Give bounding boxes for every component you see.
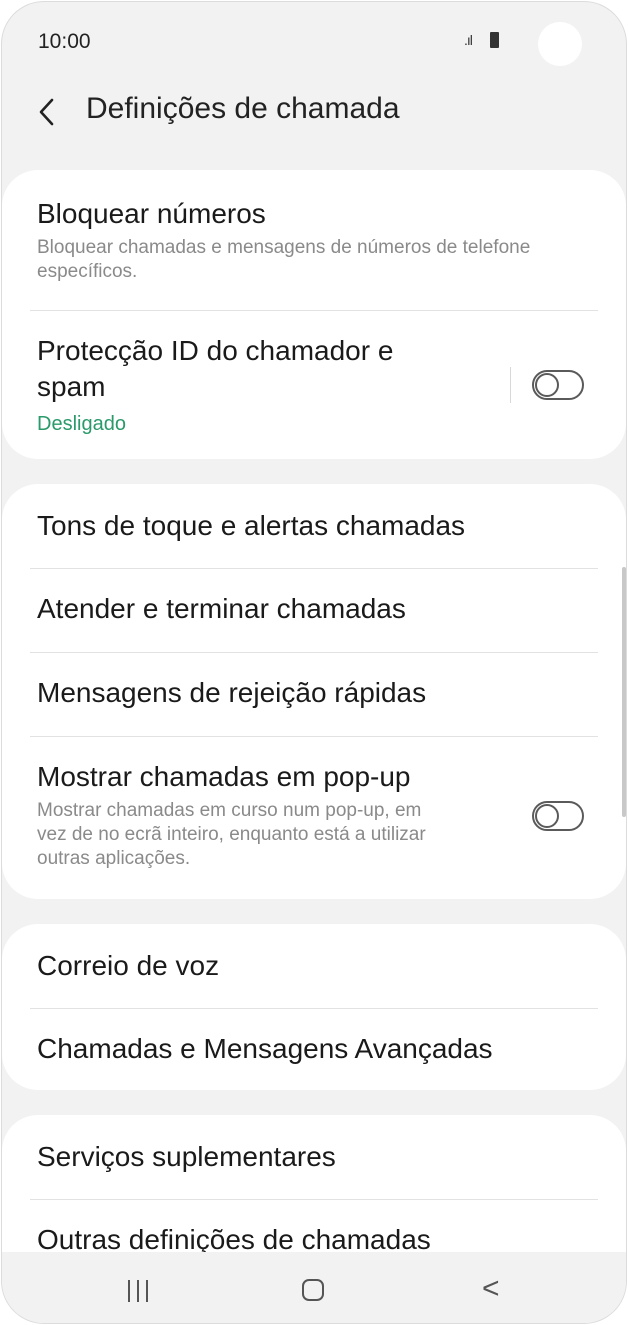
caller-id-spam-row[interactable]: Protecção ID do chamador e spam Desligad… [2, 311, 626, 459]
status-time: 10:00 [38, 30, 91, 53]
navigation-bar: < [2, 1252, 626, 1323]
list-item-label: Correio de voz [37, 950, 220, 981]
list-item-quick-decline[interactable]: Mensagens de rejeição rápidas [2, 653, 626, 736]
toggle-separator [510, 367, 511, 403]
chevron-left-icon[interactable] [36, 94, 66, 130]
block-numbers-row[interactable]: Bloquear números Bloquear chamadas e men… [2, 170, 626, 310]
toggle-knob [535, 804, 559, 828]
scrollbar[interactable] [622, 567, 626, 817]
caller-id-title-line1: Protecção ID do chamador e [37, 335, 394, 366]
back-icon[interactable]: < [482, 1272, 500, 1306]
card-voicemail: Correio de voz Chamadas e Mensagens Avan… [2, 924, 626, 1090]
caller-id-title-line2: spam [37, 371, 106, 402]
list-item-label: Tons de toque e alertas chamadas [37, 510, 466, 541]
battery-icon [490, 32, 499, 48]
status-bar: 10:00 .ıl [2, 2, 626, 82]
back-arrow-glyph [39, 98, 54, 126]
popup-calls-title: Mostrar chamadas em pop-up [37, 761, 411, 792]
popup-calls-toggle[interactable] [532, 801, 584, 831]
list-item-supplementary-services[interactable]: Serviços suplementares [2, 1115, 626, 1199]
card-call-options: Tons de toque e alertas chamadas Atender… [2, 484, 626, 899]
popup-calls-row[interactable]: Mostrar chamadas em pop-up Mostrar chama… [2, 737, 626, 899]
card-blocking: Bloquear números Bloquear chamadas e men… [2, 170, 626, 459]
list-item-ringtones[interactable]: Tons de toque e alertas chamadas [2, 484, 626, 568]
list-item-label: Atender e terminar chamadas [37, 593, 406, 624]
phone-screen: 10:00 .ıl Definições de chamada Bloquear… [2, 2, 626, 1323]
front-camera-cutout [538, 22, 582, 66]
recent-apps-icon[interactable] [128, 1280, 155, 1307]
home-icon[interactable] [302, 1279, 324, 1301]
caller-id-status: Desligado [37, 413, 126, 435]
popup-calls-subtitle-2: vez de no ecrã inteiro, enquanto está a … [37, 824, 426, 845]
block-numbers-subtitle: Bloquear chamadas e mensagens de números… [37, 237, 531, 282]
signal-icon: .ıl [464, 32, 473, 48]
list-item-answer-end[interactable]: Atender e terminar chamadas [2, 569, 626, 652]
list-item-label: Mensagens de rejeição rápidas [37, 677, 427, 708]
list-item-voicemail[interactable]: Correio de voz [2, 924, 626, 1008]
popup-calls-subtitle-3: outras aplicações. [37, 848, 191, 869]
list-item-label: Chamadas e Mensagens Avançadas [37, 1033, 493, 1064]
caller-id-toggle[interactable] [532, 370, 584, 400]
list-item-advanced-messaging[interactable]: Chamadas e Mensagens Avançadas [2, 1009, 626, 1090]
app-header: Definições de chamada [2, 82, 626, 142]
page-title: Definições de chamada [86, 92, 400, 125]
block-numbers-title: Bloquear números [37, 198, 266, 229]
popup-calls-subtitle-1: Mostrar chamadas em curso num pop-up, em [37, 800, 422, 821]
toggle-knob [535, 373, 559, 397]
list-item-label: Serviços suplementares [37, 1141, 336, 1172]
